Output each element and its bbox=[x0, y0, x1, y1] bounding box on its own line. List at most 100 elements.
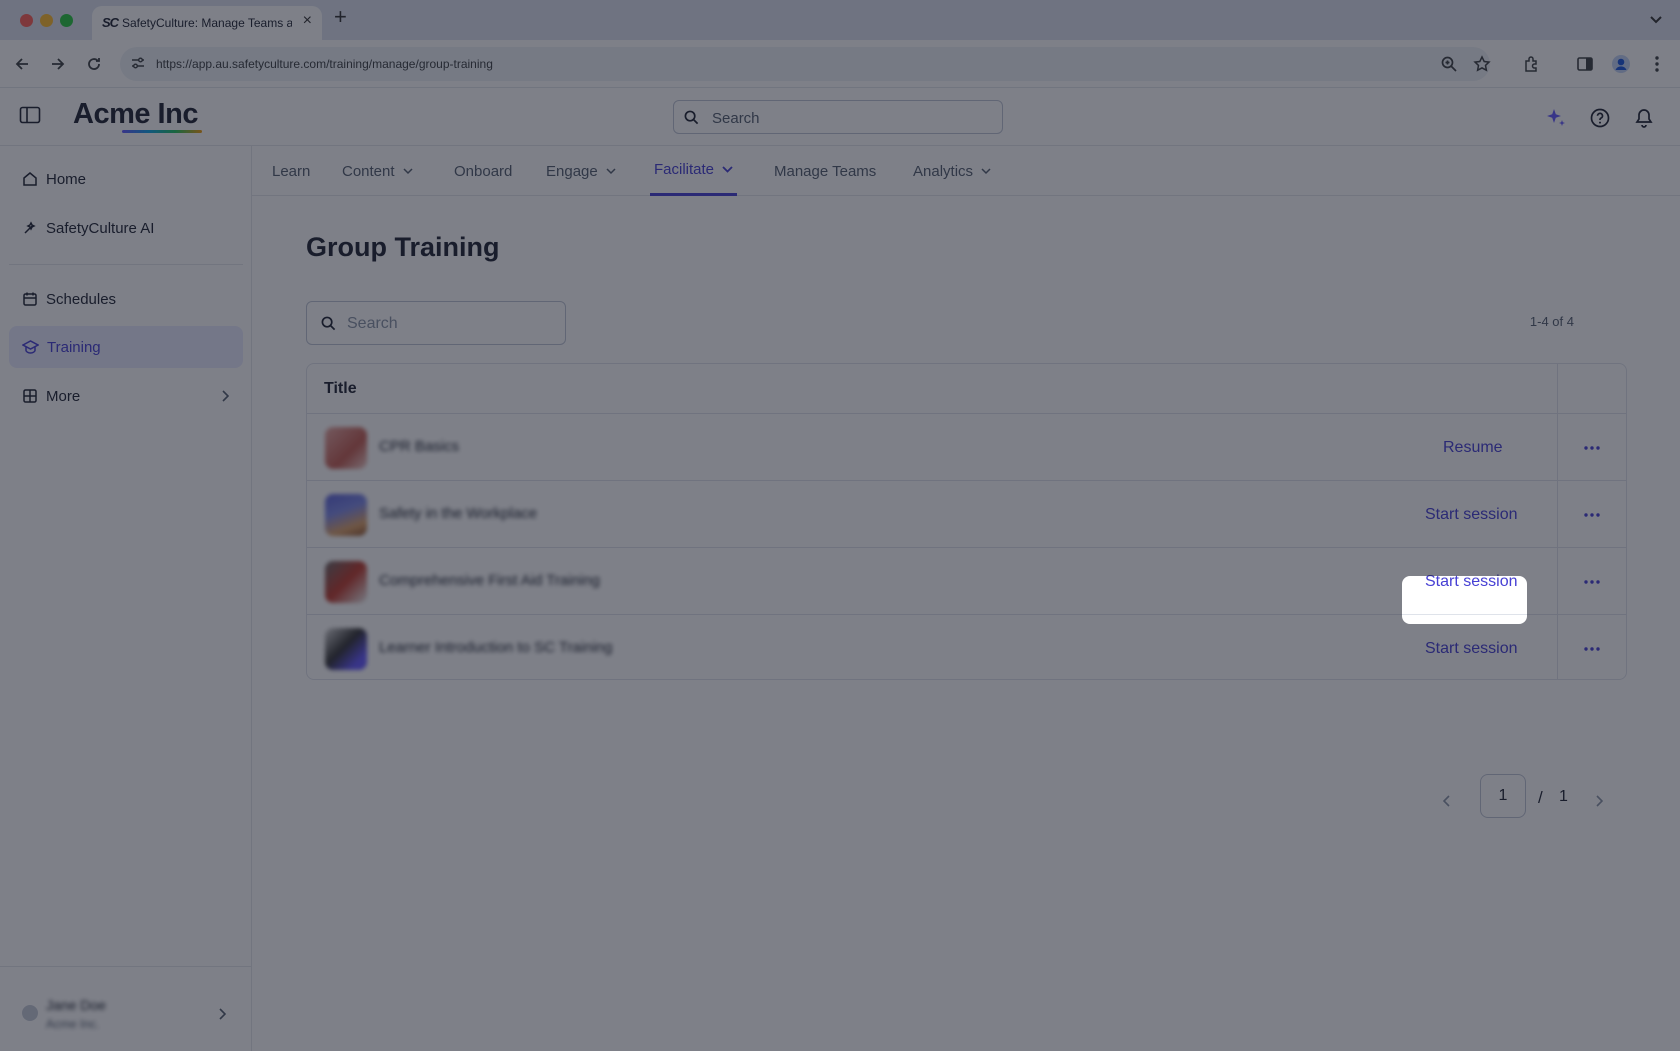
course-title: CPR Basics bbox=[379, 438, 460, 455]
chevron-right-icon bbox=[1596, 795, 1603, 807]
maximize-window-button[interactable] bbox=[60, 14, 73, 27]
ellipsis-icon bbox=[1584, 580, 1600, 584]
previous-page-button[interactable] bbox=[1432, 786, 1462, 816]
help-icon[interactable] bbox=[1588, 106, 1612, 130]
tab-close-icon[interactable]: × bbox=[303, 12, 312, 30]
url-text: https://app.au.safetyculture.com/trainin… bbox=[156, 57, 493, 71]
logo-underline bbox=[122, 130, 202, 133]
more-options-button[interactable] bbox=[1577, 434, 1607, 462]
browser-tab-bar: SC SafetyCulture: Manage Teams and... × … bbox=[0, 0, 1680, 40]
sidebar-item-label: Training bbox=[47, 338, 101, 356]
sidebar-item-label: More bbox=[46, 387, 81, 405]
company-logo[interactable]: Acme Inc bbox=[73, 98, 198, 131]
graduation-cap-icon bbox=[22, 340, 39, 354]
sidebar-item-home[interactable]: Home bbox=[9, 158, 243, 200]
tab-label: Facilitate bbox=[654, 161, 715, 178]
tab-manage-teams[interactable]: Manage Teams bbox=[774, 146, 876, 196]
column-header-title: Title bbox=[324, 380, 357, 397]
table-row[interactable]: Learner Introduction to SC Training Star… bbox=[307, 615, 1626, 679]
table-row[interactable]: CPR Basics Resume bbox=[307, 414, 1626, 481]
tab-search-button[interactable] bbox=[1644, 8, 1668, 32]
chevron-down-icon bbox=[722, 166, 733, 173]
tab-label: Analytics bbox=[913, 162, 974, 180]
ai-sparkle-icon[interactable] bbox=[1544, 106, 1568, 130]
course-thumbnail bbox=[325, 561, 367, 603]
forward-button[interactable] bbox=[45, 51, 71, 77]
app-root: Acme Inc Search Home SafetyCulture AI Sc… bbox=[0, 88, 1680, 1051]
back-button[interactable] bbox=[9, 51, 35, 77]
notifications-bell-icon[interactable] bbox=[1632, 106, 1656, 130]
page-separator: / bbox=[1538, 788, 1543, 807]
start-session-button[interactable]: Start session bbox=[1415, 492, 1527, 538]
bookmark-star-icon[interactable] bbox=[1471, 53, 1493, 75]
tab-learn[interactable]: Learn bbox=[272, 146, 310, 196]
browser-menu-icon[interactable] bbox=[1646, 53, 1668, 75]
search-placeholder: Search bbox=[712, 110, 760, 127]
tab-content[interactable]: Content bbox=[342, 146, 413, 196]
user-menu[interactable]: Jane Doe Acme Inc. bbox=[0, 966, 252, 1051]
sidebar-item-training[interactable]: Training bbox=[9, 326, 243, 368]
sidebar-item-safetyculture-ai[interactable]: SafetyCulture AI bbox=[9, 207, 243, 249]
calendar-icon bbox=[23, 292, 37, 306]
avatar bbox=[22, 1005, 38, 1021]
ellipsis-icon bbox=[1584, 513, 1600, 517]
sidebar-item-schedules[interactable]: Schedules bbox=[9, 278, 243, 320]
more-options-button[interactable] bbox=[1577, 501, 1607, 529]
ellipsis-icon bbox=[1584, 446, 1600, 450]
ellipsis-icon bbox=[1584, 647, 1600, 651]
browser-tab[interactable]: SC SafetyCulture: Manage Teams and... × bbox=[92, 6, 322, 40]
app-header: Acme Inc Search bbox=[0, 88, 1680, 146]
start-session-button[interactable]: Start session bbox=[1415, 559, 1527, 605]
tab-onboard[interactable]: Onboard bbox=[454, 146, 512, 196]
extensions-icon[interactable] bbox=[1521, 53, 1543, 75]
sidebar-item-more[interactable]: More bbox=[9, 375, 243, 417]
new-tab-button[interactable]: + bbox=[334, 6, 347, 28]
next-page-button[interactable] bbox=[1584, 786, 1614, 816]
sidebar-item-label: Home bbox=[46, 170, 87, 188]
table-row[interactable]: Comprehensive First Aid Training Start s… bbox=[307, 548, 1626, 615]
tab-label: Content bbox=[342, 162, 395, 180]
page-number-input[interactable]: 1 bbox=[1480, 774, 1526, 818]
global-search-input[interactable]: Search bbox=[673, 100, 1003, 134]
main-content: Group Training Search 1-4 of 4 Title CPR… bbox=[252, 196, 1680, 1051]
home-icon bbox=[23, 172, 37, 186]
course-thumbnail bbox=[325, 494, 367, 536]
course-thumbnail bbox=[325, 427, 367, 469]
ai-icon bbox=[24, 221, 36, 234]
tab-label: Manage Teams bbox=[774, 162, 877, 180]
sidebar-divider bbox=[9, 264, 243, 265]
group-training-search-input[interactable]: Search bbox=[306, 301, 566, 345]
more-options-button[interactable] bbox=[1577, 568, 1607, 596]
grid-icon bbox=[23, 389, 37, 403]
user-name: Jane Doe bbox=[46, 997, 106, 1013]
course-title: Learner Introduction to SC Training bbox=[379, 639, 613, 656]
tab-engage[interactable]: Engage bbox=[546, 146, 616, 196]
course-thumbnail bbox=[325, 628, 367, 670]
tab-title: SafetyCulture: Manage Teams and... bbox=[122, 16, 292, 30]
side-panel-icon[interactable] bbox=[1574, 53, 1596, 75]
minimize-window-button[interactable] bbox=[40, 14, 53, 27]
address-bar[interactable]: https://app.au.safetyculture.com/trainin… bbox=[120, 47, 1490, 81]
browser-toolbar: https://app.au.safetyculture.com/trainin… bbox=[0, 40, 1680, 88]
profile-avatar-icon[interactable] bbox=[1610, 53, 1632, 75]
more-options-button[interactable] bbox=[1577, 635, 1607, 663]
table-row[interactable]: Safety in the Workplace Start session bbox=[307, 481, 1626, 548]
course-title: Comprehensive First Aid Training bbox=[379, 572, 600, 589]
site-settings-icon[interactable] bbox=[130, 55, 146, 76]
reload-icon bbox=[88, 58, 100, 70]
user-org: Acme Inc. bbox=[46, 1017, 100, 1031]
total-pages: 1 bbox=[1559, 788, 1568, 805]
arrow-left-icon bbox=[15, 58, 28, 70]
zoom-icon[interactable] bbox=[1438, 53, 1460, 75]
chevron-down-icon bbox=[1650, 16, 1662, 24]
start-session-button[interactable]: Start session bbox=[1415, 626, 1527, 672]
resume-button[interactable]: Resume bbox=[1433, 425, 1513, 471]
tab-label: Engage bbox=[546, 162, 598, 180]
reload-button[interactable] bbox=[81, 51, 107, 77]
sidebar-toggle-button[interactable] bbox=[19, 106, 41, 129]
training-subnav: Learn Content Onboard Engage Facilitate … bbox=[252, 146, 1680, 196]
tab-analytics[interactable]: Analytics bbox=[913, 146, 991, 196]
close-window-button[interactable] bbox=[20, 14, 33, 27]
tab-facilitate[interactable]: Facilitate bbox=[650, 146, 738, 196]
search-placeholder: Search bbox=[347, 315, 398, 332]
